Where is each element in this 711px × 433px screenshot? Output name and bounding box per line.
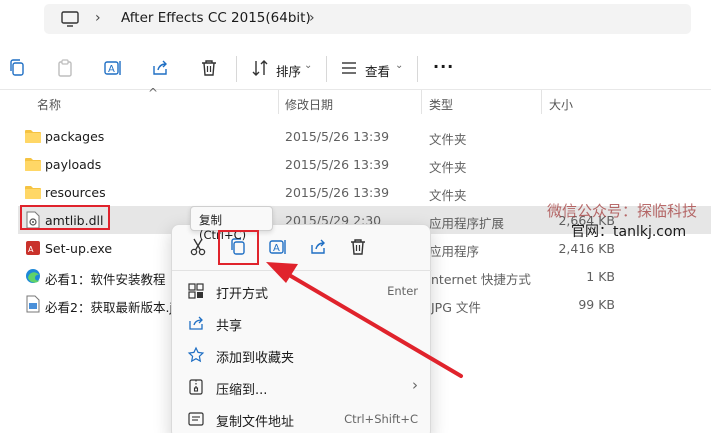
- file-type: nternet 快捷方式: [431, 272, 531, 287]
- folder-icon: [25, 186, 41, 199]
- file-name: resources: [45, 185, 106, 200]
- view-icon[interactable]: [339, 58, 359, 78]
- column-headers: 名称 ^ 修改日期 类型 大小: [0, 86, 711, 116]
- highlight-box-filename: [20, 205, 110, 230]
- chevron-right-icon: ›: [412, 376, 418, 394]
- file-name: 必看1：软件安装教程（: [45, 272, 178, 287]
- menu-item-shortcut: Ctrl+Shift+C: [344, 412, 418, 426]
- file-name: payloads: [45, 157, 102, 172]
- view-button[interactable]: 查看: [365, 61, 390, 80]
- file-type: JPG 文件: [431, 300, 481, 315]
- menu-item-label: 共享: [216, 319, 243, 334]
- paste-icon[interactable]: [55, 58, 75, 78]
- sort-ascending-icon: ^: [148, 86, 159, 100]
- sort-icon[interactable]: [250, 58, 270, 78]
- toolbar-separator: [326, 56, 327, 82]
- chevron-right-icon[interactable]: ›: [95, 10, 101, 26]
- file-type: 文件夹: [429, 160, 467, 175]
- copy-path-icon: [188, 412, 204, 426]
- column-header-type[interactable]: 类型: [429, 96, 453, 113]
- menu-item-label: 压缩到...: [216, 383, 268, 398]
- sort-button[interactable]: 排序: [276, 61, 301, 80]
- column-header-date[interactable]: 修改日期: [285, 96, 333, 113]
- svg-text:A: A: [28, 245, 34, 254]
- zip-icon: [189, 379, 203, 395]
- column-header-size[interactable]: 大小: [549, 96, 573, 113]
- column-header-name[interactable]: 名称: [37, 96, 61, 113]
- menu-item-compress-to[interactable]: 压缩到... ›: [172, 371, 432, 403]
- file-type: 应用程序扩展: [429, 216, 505, 231]
- file-type: 文件夹: [429, 132, 467, 147]
- folder-icon: [25, 158, 41, 171]
- share-icon[interactable]: [308, 237, 328, 257]
- file-name: 必看2：获取最新版本.jp: [45, 300, 181, 315]
- file-row[interactable]: payloads 2015/5/26 13:39 文件夹: [18, 150, 711, 178]
- menu-item-add-to-favorites[interactable]: 添加到收藏夹: [172, 339, 432, 371]
- svg-text:A: A: [273, 243, 280, 254]
- menu-item-share[interactable]: 共享: [172, 307, 432, 339]
- file-date: 2015/5/26 13:39: [285, 129, 390, 144]
- file-row[interactable]: packages 2015/5/26 13:39 文件夹: [18, 122, 711, 150]
- delete-icon[interactable]: [348, 237, 368, 257]
- menu-item-label: 打开方式: [216, 287, 269, 302]
- highlight-box-copy: [218, 230, 259, 265]
- column-divider[interactable]: [421, 90, 422, 114]
- watermark-wechat: 微信公众号：探临科技: [547, 202, 698, 220]
- column-divider[interactable]: [541, 90, 542, 114]
- open-with-icon: [188, 283, 204, 299]
- chevron-down-icon[interactable]: ⌄: [304, 60, 312, 71]
- file-date: 2015/5/26 13:39: [285, 157, 390, 172]
- breadcrumb-current-folder[interactable]: After Effects CC 2015(64bit): [121, 10, 311, 26]
- menu-item-label: 添加到收藏夹: [216, 351, 295, 366]
- share-icon[interactable]: [150, 58, 170, 78]
- copy-tooltip: 复制 (Ctrl+C): [190, 206, 273, 242]
- command-bar: A 排序 ⌄ 查看 ⌄ ···: [0, 46, 711, 90]
- file-type: 文件夹: [429, 188, 467, 203]
- delete-icon[interactable]: [199, 58, 219, 78]
- toolbar-separator: [417, 56, 418, 82]
- file-name: packages: [45, 129, 105, 144]
- svg-text:A: A: [108, 64, 115, 75]
- file-size: 99 KB: [578, 297, 615, 312]
- menu-item-shortcut: Enter: [387, 284, 418, 298]
- menu-item-open-with[interactable]: 打开方式 Enter: [172, 275, 432, 307]
- copy-icon[interactable]: [7, 58, 27, 78]
- share-icon: [189, 316, 203, 330]
- star-icon: [187, 346, 205, 363]
- file-date: 2015/5/26 13:39: [285, 185, 390, 200]
- watermark-website: 官网：tanlkj.com: [571, 224, 687, 240]
- column-divider[interactable]: [278, 90, 279, 114]
- address-bar-area: › After Effects CC 2015(64bit) ›: [0, 0, 711, 46]
- rename-icon[interactable]: A: [268, 237, 288, 257]
- file-type: 应用程序: [429, 244, 480, 259]
- file-size: 2,416 KB: [558, 241, 615, 256]
- folder-icon: [25, 130, 41, 143]
- more-options-button[interactable]: ···: [433, 57, 454, 76]
- file-size: 1 KB: [586, 269, 615, 284]
- chevron-down-icon[interactable]: ⌄: [395, 60, 403, 71]
- menu-item-label: 复制文件地址: [216, 415, 295, 430]
- file-name: Set-up.exe: [45, 241, 113, 256]
- edge-shortcut-icon: [26, 269, 40, 283]
- chevron-right-icon[interactable]: ›: [309, 10, 315, 26]
- image-file-icon: [26, 295, 40, 313]
- toolbar-separator: [236, 56, 237, 82]
- context-menu: A 打开方式 Enter 共享 添加到收藏夹 压缩到... › 复制文件地址 C…: [171, 224, 432, 433]
- exe-file-icon: A: [26, 241, 40, 255]
- this-pc-icon[interactable]: [60, 9, 80, 29]
- rename-icon[interactable]: A: [103, 58, 123, 78]
- menu-item-copy-path[interactable]: 复制文件地址 Ctrl+Shift+C: [172, 403, 432, 433]
